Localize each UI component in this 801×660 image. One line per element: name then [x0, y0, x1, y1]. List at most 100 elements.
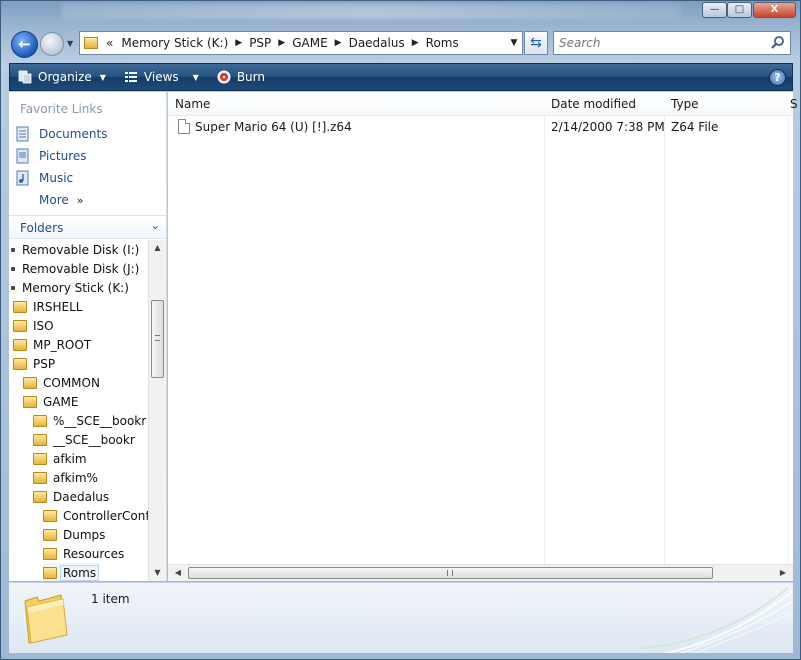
favorite-documents[interactable]: Documents — [15, 126, 107, 142]
folder-icon — [43, 528, 57, 541]
burn-label: Burn — [236, 70, 265, 84]
tree-item-label: Dumps — [63, 527, 106, 542]
search-input[interactable] — [559, 33, 759, 53]
folder-icon — [13, 338, 27, 351]
column-header-date-modified[interactable]: Date modified — [551, 97, 636, 111]
recent-pages-dropdown[interactable]: ▼ — [67, 39, 73, 48]
favorite-label: Music — [39, 171, 74, 185]
folder-icon — [23, 395, 37, 408]
help-button[interactable]: ? — [769, 69, 786, 86]
breadcrumb-separator-icon[interactable]: ▶ — [235, 38, 242, 48]
file-date: 2/14/2000 7:38 PM — [551, 120, 665, 134]
music-icon — [16, 170, 29, 186]
column-header-name[interactable]: Name — [175, 97, 210, 111]
refresh-button[interactable]: ⇆ — [524, 31, 548, 55]
explorer-window: — □ X ← ▼ « Memory Stick (K:) ▶ PSP ▶ GA… — [0, 0, 801, 660]
breadcrumb-separator-icon[interactable]: ▶ — [335, 38, 342, 48]
favorite-label: Pictures — [39, 149, 87, 163]
breadcrumb-daedalus[interactable]: Daedalus — [349, 36, 405, 50]
breadcrumb-memory-stick[interactable]: Memory Stick (K:) — [121, 36, 228, 50]
burn-button[interactable]: Burn — [217, 70, 265, 84]
column-header-size[interactable]: S — [790, 97, 798, 111]
title-bar: — □ X — [1, 1, 800, 27]
chevron-down-icon: ▼ — [67, 39, 74, 48]
favorite-pictures[interactable]: Pictures — [15, 148, 87, 164]
more-links-button[interactable]: More » — [39, 193, 83, 207]
column-header-type[interactable]: Type — [671, 97, 699, 111]
folder-icon — [43, 566, 57, 579]
column-divider[interactable] — [544, 92, 545, 581]
tree-item-psp[interactable]: PSP — [13, 354, 55, 373]
scroll-up-icon[interactable]: ▲ — [149, 240, 166, 256]
address-bar[interactable]: « Memory Stick (K:) ▶ PSP ▶ GAME ▶ Daeda… — [79, 31, 523, 55]
file-list: Name Date modified Type S Super Mario 64… — [168, 92, 798, 581]
folder-icon — [33, 490, 47, 503]
search-box[interactable] — [553, 31, 791, 55]
tree-item-iso[interactable]: ISO — [13, 316, 54, 335]
views-icon — [124, 72, 137, 82]
tree-item-irshell[interactable]: IRSHELL — [13, 297, 82, 316]
tree-item-resources[interactable]: Resources — [43, 544, 124, 563]
scroll-down-icon[interactable]: ▼ — [149, 565, 166, 581]
breadcrumb-psp[interactable]: PSP — [249, 36, 271, 50]
decorative-swoosh — [643, 587, 793, 653]
forward-button[interactable] — [40, 32, 64, 56]
tree-item-game[interactable]: GAME — [23, 392, 78, 411]
tree-item-mp-root[interactable]: MP_ROOT — [13, 335, 91, 354]
tree-item-label: Roms — [60, 564, 100, 581]
column-divider[interactable] — [664, 92, 665, 581]
tree-item-memory-stick[interactable]: Memory Stick (K:) — [11, 278, 129, 297]
organize-icon — [18, 70, 32, 84]
back-button[interactable]: ← — [11, 31, 38, 58]
tree-item-removable-disk-i[interactable]: Removable Disk (I:) — [11, 240, 139, 259]
grip-icon — [447, 570, 453, 576]
tree-item-label: Resources — [63, 546, 125, 561]
breadcrumb-separator-icon[interactable]: ▶ — [278, 38, 285, 48]
tree-item-label: ControllerConfigs — [63, 508, 148, 523]
grip-icon — [155, 335, 160, 341]
double-chevron-right-icon: » — [76, 194, 84, 207]
file-row[interactable]: Super Mario 64 (U) [!].z64 2/14/2000 7:3… — [176, 118, 786, 136]
scroll-right-icon[interactable]: ▶ — [775, 565, 791, 581]
organize-label: Organize — [38, 70, 92, 84]
tree-item-dumps[interactable]: Dumps — [43, 525, 105, 544]
breadcrumb-roms[interactable]: Roms — [426, 36, 459, 50]
folder-icon — [84, 37, 98, 49]
tree-item-label: PSP — [33, 356, 56, 371]
maximize-button[interactable]: □ — [727, 2, 752, 18]
tree-item-roms[interactable]: Roms — [43, 563, 100, 581]
tree-item-label: IRSHELL — [33, 299, 83, 314]
tree-item-sce-bookr-percent[interactable]: %__SCE__bookr — [33, 411, 146, 430]
scrollbar-thumb[interactable] — [151, 300, 164, 378]
navigation-pane: Favorite Links Documents Pictures Music … — [9, 92, 167, 581]
file-name: Super Mario 64 (U) [!].z64 — [195, 120, 352, 134]
breadcrumb-overflow[interactable]: « — [106, 36, 113, 50]
tree-item-label: ISO — [33, 318, 54, 333]
address-dropdown-button[interactable]: ▼ — [506, 38, 522, 48]
folder-icon — [43, 509, 57, 522]
tree-scrollbar[interactable]: ▲ ▼ — [148, 240, 166, 581]
tree-item-afkim-percent[interactable]: afkim% — [33, 468, 98, 487]
scrollbar-thumb[interactable] — [188, 567, 713, 579]
close-button[interactable]: X — [753, 2, 796, 18]
breadcrumb-game[interactable]: GAME — [292, 36, 327, 50]
folders-toggle[interactable]: Folders ⌄ — [9, 215, 166, 239]
breadcrumb-separator-icon[interactable]: ▶ — [412, 38, 419, 48]
tree-item-daedalus[interactable]: Daedalus — [33, 487, 109, 506]
tree-item-afkim[interactable]: afkim — [33, 449, 87, 468]
favorite-music[interactable]: Music — [15, 170, 73, 186]
minimize-button[interactable]: — — [702, 2, 727, 18]
views-button[interactable]: Views ▼ — [124, 70, 199, 84]
scroll-left-icon[interactable]: ◀ — [170, 565, 186, 581]
organize-button[interactable]: Organize ▼ — [18, 70, 106, 84]
horizontal-scrollbar[interactable]: ◀ ▶ — [168, 564, 793, 581]
tree-item-label: __SCE__bookr — [53, 432, 135, 447]
file-icon — [178, 119, 190, 134]
column-divider[interactable] — [788, 92, 789, 581]
tree-item-controllerconfigs[interactable]: ControllerConfigs — [43, 506, 148, 525]
search-icon[interactable] — [770, 35, 786, 51]
views-label: Views — [143, 70, 179, 84]
tree-item-removable-disk-j[interactable]: Removable Disk (J:) — [11, 259, 139, 278]
tree-item-sce-bookr[interactable]: __SCE__bookr — [33, 430, 135, 449]
tree-item-common[interactable]: COMMON — [23, 373, 100, 392]
